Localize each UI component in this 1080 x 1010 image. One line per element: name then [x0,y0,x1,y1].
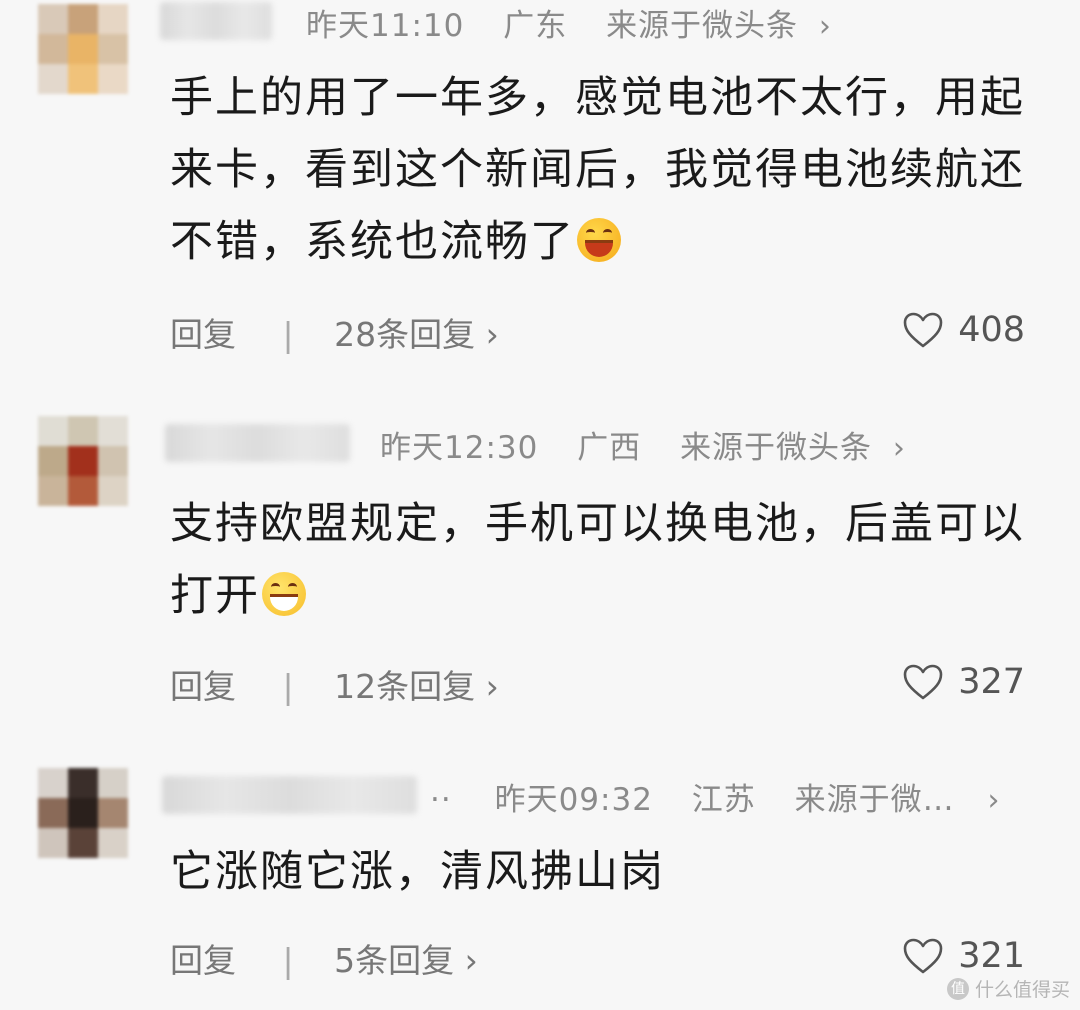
chevron-right-icon[interactable]: › [988,783,1001,818]
comment-time: 昨天09:32 [494,782,653,818]
chevron-right-icon: › [485,315,499,354]
view-replies-link[interactable]: 5条回复 › [334,941,478,980]
comment-meta: 昨天11:10 广东 来源于微头条 › [306,0,832,45]
chevron-right-icon: › [485,667,499,706]
chevron-right-icon[interactable]: › [893,431,906,466]
view-replies-link[interactable]: 28条回复 › [334,315,499,354]
like-button[interactable]: 327 [902,662,1025,702]
like-button[interactable]: 321 [902,936,1025,976]
divider: | [282,941,294,980]
heart-outline-icon [903,664,943,700]
watermark-logo-icon: 值 [946,977,969,1000]
username-blurred[interactable] [160,2,272,40]
like-count: 408 [958,310,1025,350]
comment-location: 广东 [503,8,568,44]
reply-button[interactable]: 回复 [170,667,236,706]
reply-button[interactable]: 回复 [170,941,236,980]
comment-actions: 回复 | 5条回复 › [170,934,478,982]
watermark-text: 什么值得买 [974,979,1070,1001]
comment-text: 支持欧盟规定，手机可以换电池，后盖可以打开 [170,499,1025,621]
chevron-right-icon: › [464,941,478,980]
comment-text: 手上的用了一年多，感觉电池不太行，用起来卡，看到这个新闻后，我觉得电池续航还不错… [170,73,1025,267]
divider: | [282,315,294,354]
comment-time: 昨天12:30 [380,430,539,466]
grinning-face-icon [262,572,306,616]
heart-outline-icon [903,312,943,348]
comment-list: 昨天11:10 广东 来源于微头条 › 手上的用了一年多，感觉电池不太行，用起来… [0,0,1080,1010]
comment-meta: 昨天12:30 广西 来源于微头条 › [380,422,906,467]
comment-time: 昨天11:10 [306,8,465,44]
like-count: 327 [958,662,1025,702]
view-replies-link[interactable]: 12条回复 › [334,667,499,706]
heart-outline-icon [903,938,943,974]
comment-actions: 回复 | 12条回复 › [170,660,499,708]
comment-text: 它涨随它涨，清风拂山岗 [170,847,665,897]
avatar[interactable] [38,4,128,94]
comment-meta: ·· 昨天09:32 江苏 来源于微… › [430,774,1001,819]
username-blurred[interactable] [162,776,417,814]
chevron-right-icon[interactable]: › [819,9,832,44]
avatar[interactable] [38,416,128,506]
laughing-face-icon [577,218,621,262]
comment-source[interactable]: 来源于微头条 [606,8,798,44]
like-button[interactable]: 408 [902,310,1025,350]
avatar[interactable] [38,768,128,858]
comment-location: 广西 [577,430,642,466]
like-count: 321 [958,936,1025,976]
divider: | [282,667,294,706]
reply-button[interactable]: 回复 [170,315,236,354]
comment-actions: 回复 | 28条回复 › [170,308,499,356]
comment-location: 江苏 [691,782,756,818]
watermark: 值 什么值得买 [946,975,1070,1002]
comment-source[interactable]: 来源于微… [795,782,955,818]
comment-time: ·· [430,782,452,818]
username-blurred[interactable] [165,424,350,462]
comment-source[interactable]: 来源于微头条 [680,430,872,466]
